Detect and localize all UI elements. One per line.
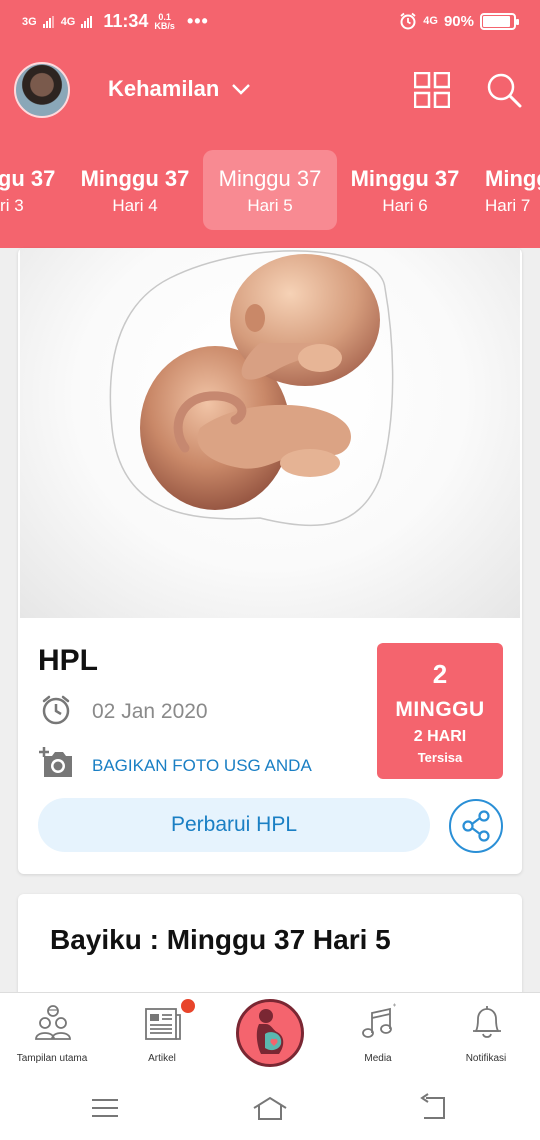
- day-tab-day: Hari 4: [112, 196, 158, 215]
- search-icon[interactable]: [486, 72, 522, 108]
- add-photo-icon[interactable]: [38, 746, 76, 780]
- day-tab-hari-4[interactable]: Minggu 37 Hari 4: [68, 150, 202, 230]
- countdown-badge: 2 MINGGU 2 HARI Tersisa: [377, 643, 503, 779]
- day-tab-day: Hari 3: [0, 196, 24, 215]
- system-nav-bar: [0, 1076, 540, 1140]
- bell-icon: [473, 1006, 501, 1038]
- signal-icon: [42, 15, 54, 28]
- update-hpl-button[interactable]: Perbarui HPL: [38, 798, 430, 852]
- day-tab-hari-7[interactable]: Minggu 37 Hari 7: [473, 150, 540, 230]
- music-note-icon: [362, 1003, 396, 1038]
- battery-percent: 90%: [443, 12, 474, 30]
- signal-4g-label: 4G: [60, 15, 76, 28]
- home-people-icon: [35, 1005, 71, 1040]
- avatar[interactable]: [14, 62, 70, 118]
- network-speed: 0.1 KB/s: [154, 12, 175, 31]
- clock-icon: [42, 695, 70, 725]
- pregnancy-dropdown[interactable]: Kehamilan: [108, 76, 251, 102]
- countdown-unit: MINGGU: [395, 698, 485, 721]
- nav-label: Media: [364, 1053, 392, 1064]
- day-tab-week: Minggu 37: [485, 166, 540, 191]
- app-screen: 3G 4G 11:34 0.1 KB/s ••• 4G 90% Kehamila…: [0, 0, 540, 1140]
- alarm-icon: [400, 12, 416, 30]
- day-selector: Minggu 37 Hari 3 Minggu 37 Hari 4 Minggu…: [0, 150, 540, 230]
- chevron-down-icon: [232, 84, 251, 95]
- signal-3g-label: 3G: [22, 15, 37, 28]
- clock-time: 11:34: [103, 11, 149, 31]
- hpl-card: HPL 02 Jan 2020 BAGIKAN FOTO USG ANDA 2 …: [18, 248, 522, 874]
- grid-icon[interactable]: [414, 72, 450, 108]
- article-icon: [145, 1008, 181, 1040]
- nav-label: Notifikasi: [465, 1053, 507, 1064]
- signal-icon-2: [81, 15, 93, 28]
- nav-label: Artikel: [148, 1053, 176, 1064]
- day-tab-week: Minggu 37: [218, 166, 322, 191]
- day-tab-week: Minggu 37: [350, 166, 460, 191]
- share-usg-link[interactable]: BAGIKAN FOTO USG ANDA: [92, 756, 312, 776]
- page-title: Kehamilan: [108, 76, 220, 101]
- menu-icon[interactable]: [86, 1092, 126, 1124]
- nav-label: Tampilan utama: [16, 1053, 88, 1064]
- countdown-remaining: Tersisa: [417, 750, 463, 765]
- day-tab-hari-5[interactable]: Minggu 37 Hari 5: [203, 150, 337, 230]
- home-icon[interactable]: [250, 1092, 290, 1124]
- status-left: 3G 4G 11:34 0.1 KB/s •••: [22, 11, 209, 32]
- fetus-illustration: [109, 250, 394, 527]
- battery-icon: [480, 12, 519, 30]
- speed-unit: KB/s: [154, 20, 175, 31]
- day-tab-hari-3[interactable]: Minggu 37 Hari 3: [0, 150, 68, 230]
- share-button[interactable]: [449, 799, 503, 853]
- fetus-image: [20, 248, 520, 618]
- share-icon: [462, 810, 490, 842]
- status-right: 4G 90%: [399, 12, 519, 30]
- day-tab-day: Hari 6: [382, 196, 428, 215]
- day-tab-day: Hari 5: [247, 196, 293, 215]
- day-tab-hari-6[interactable]: Minggu 37 Hari 6: [338, 150, 472, 230]
- pregnancy-center-button[interactable]: [236, 999, 304, 1067]
- status-bar: 3G 4G 11:34 0.1 KB/s ••• 4G 90%: [0, 0, 540, 46]
- nav-home[interactable]: Tampilan utama: [2, 993, 102, 1077]
- back-icon[interactable]: [414, 1092, 454, 1124]
- nav-notifications[interactable]: Notifikasi: [436, 993, 536, 1077]
- countdown-days: 2 HARI: [413, 728, 467, 745]
- nav-media[interactable]: Media: [328, 993, 428, 1077]
- countdown-number: 2: [432, 659, 448, 689]
- hpl-title: HPL: [38, 644, 98, 677]
- baby-card-heading: Bayiku : Minggu 37 Hari 5: [50, 924, 391, 955]
- more-notifications: •••: [186, 11, 209, 31]
- day-tab-week: Minggu 37: [80, 166, 190, 191]
- pregnant-mother-icon: [256, 1009, 284, 1054]
- day-tab-week: Minggu 37: [0, 166, 56, 191]
- notification-badge: [179, 997, 197, 1015]
- nav-article[interactable]: Artikel: [112, 993, 212, 1077]
- lte-label: 4G: [423, 15, 438, 27]
- bottom-nav: Tampilan utama Artikel Media Notifikasi: [0, 992, 540, 1076]
- day-tab-day: Hari 7: [485, 196, 531, 215]
- app-header: Kehamilan Minggu 37 Hari 3 Minggu 37 Har…: [0, 46, 540, 248]
- due-date: 02 Jan 2020: [92, 700, 208, 723]
- battery-level: [483, 15, 510, 27]
